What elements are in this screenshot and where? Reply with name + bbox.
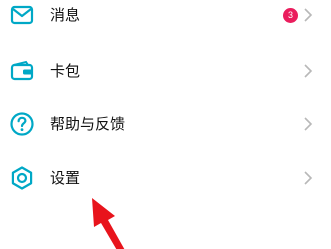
wallet-icon	[9, 58, 35, 84]
menu-item-settings[interactable]: 设置	[0, 158, 331, 198]
chevron-right-icon	[304, 8, 313, 22]
menu-item-card-wallet[interactable]: 卡包	[0, 51, 331, 91]
red-arrow-pointer-icon	[92, 198, 125, 249]
menu-item-label: 卡包	[50, 62, 81, 80]
menu-item-help-feedback[interactable]: 帮助与反馈	[0, 104, 331, 144]
unread-count-badge: 3	[283, 7, 298, 23]
settings-menu-screen: 消息 3 卡包 帮助与反馈 设置	[0, 0, 331, 249]
settings-icon	[9, 165, 35, 191]
menu-item-label: 帮助与反馈	[50, 115, 126, 133]
menu-item-label: 设置	[50, 169, 81, 187]
envelope-icon	[9, 2, 35, 28]
menu-item-messages[interactable]: 消息 3	[0, 0, 331, 35]
chevron-right-icon	[304, 64, 313, 78]
menu-item-label: 消息	[50, 6, 81, 24]
chevron-right-icon	[304, 171, 313, 185]
help-icon	[9, 111, 35, 137]
chevron-right-icon	[304, 117, 313, 131]
